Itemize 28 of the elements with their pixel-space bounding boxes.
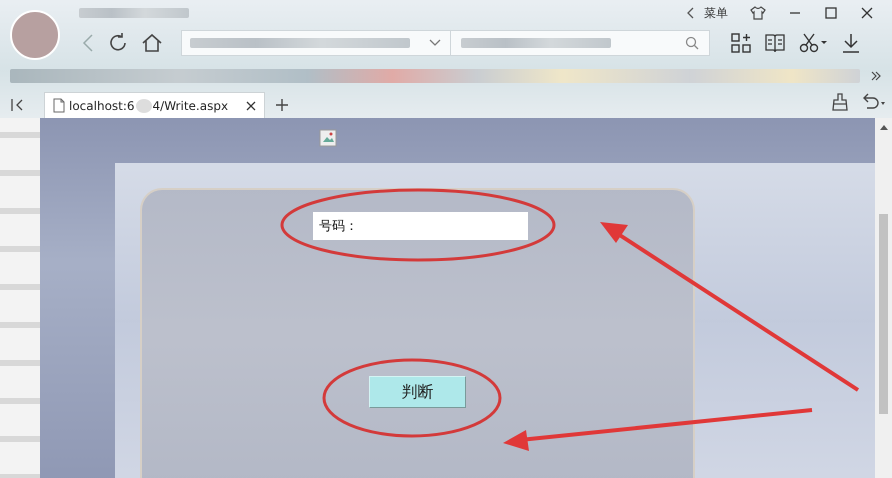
blurred-spot — [136, 98, 152, 112]
search-icon[interactable] — [685, 36, 699, 50]
book-icon[interactable] — [764, 32, 786, 54]
browser-tab[interactable]: localhost:6 4/Write.aspx — [44, 92, 265, 118]
judge-button[interactable]: 判断 — [369, 376, 466, 408]
broken-image-icon — [319, 129, 337, 147]
maximize-icon[interactable] — [824, 6, 838, 20]
home-icon[interactable] — [141, 32, 163, 54]
tab-title: localhost:6 — [69, 98, 135, 112]
scissors-icon[interactable] — [798, 32, 828, 54]
search-field[interactable] — [450, 30, 710, 56]
dropdown-caret-icon[interactable] — [428, 38, 442, 48]
plus-icon[interactable] — [275, 98, 289, 112]
tab-title: 4/Write.aspx — [152, 98, 228, 112]
menu-label[interactable]: 菜单 — [704, 4, 728, 22]
close-icon[interactable] — [860, 6, 874, 20]
scrollbar[interactable] — [875, 118, 892, 478]
double-chevron-icon[interactable] — [870, 70, 882, 82]
number-input-field[interactable]: 号码： — [313, 212, 528, 240]
apps-grid-icon[interactable] — [730, 32, 752, 54]
broom-icon[interactable] — [830, 92, 850, 112]
scroll-up-arrow-icon[interactable] — [880, 124, 888, 130]
shirt-icon[interactable] — [750, 6, 766, 20]
address-field[interactable] — [181, 30, 451, 56]
chevron-left-icon[interactable] — [686, 7, 696, 19]
page-icon — [53, 98, 65, 113]
download-icon[interactable] — [840, 32, 862, 54]
close-icon[interactable] — [246, 100, 256, 110]
